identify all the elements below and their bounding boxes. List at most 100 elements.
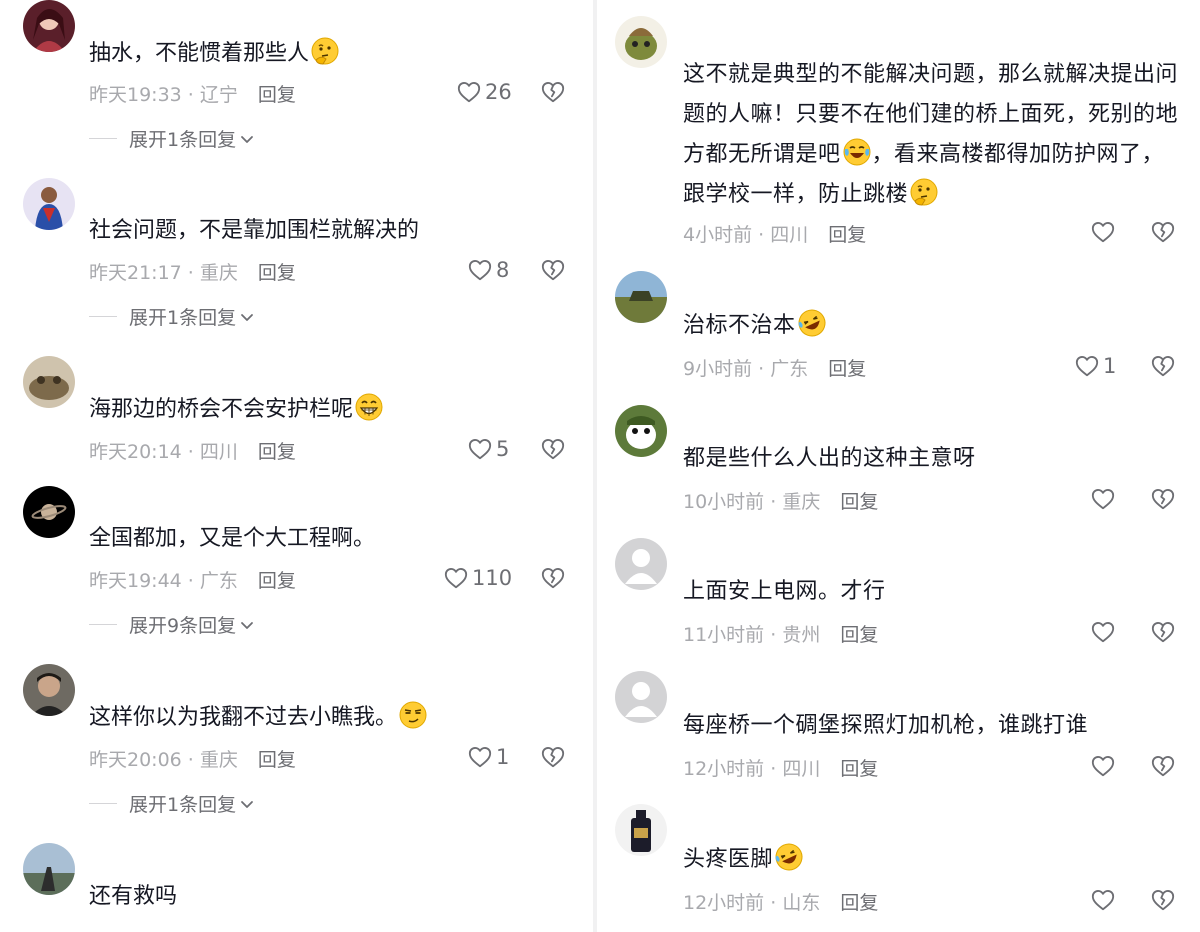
comment-text: 上面安上电网。才行 <box>683 579 886 604</box>
comment-text: 都是些什么人出的这种主意呀 <box>683 446 976 471</box>
chevron-down-icon <box>239 796 255 812</box>
avatar[interactable] <box>615 538 667 590</box>
comment-text: 全国都加，又是个大工程啊。 <box>89 526 376 551</box>
broken-heart-icon[interactable] <box>540 79 566 105</box>
broken-heart-icon[interactable] <box>540 436 566 462</box>
avatar[interactable] <box>23 486 75 538</box>
reply-button[interactable]: 回复 <box>840 758 878 780</box>
comment-meta: 9小时前 · 广东 回复 <box>683 358 867 380</box>
chevron-down-icon <box>239 309 255 325</box>
comments-column-right: 这不就是典型的不能解决问题，那么就解决提出问题的人嘛！只要不在他们建的桥上面死，… <box>597 0 1200 932</box>
comment-text: 治标不治本 <box>683 308 1183 343</box>
reply-button[interactable]: 回复 <box>258 262 296 284</box>
reply-button[interactable]: 回复 <box>840 491 878 513</box>
heart-icon <box>467 744 493 770</box>
avatar[interactable] <box>23 0 75 52</box>
expand-replies-button[interactable]: 展开1条回复 <box>89 125 255 152</box>
broken-heart-icon[interactable] <box>1150 619 1176 645</box>
broken-heart-icon[interactable] <box>1150 486 1176 512</box>
heart-icon <box>1090 753 1116 779</box>
avatar[interactable] <box>23 178 75 230</box>
comment-meta: 4小时前 · 四川 回复 <box>683 224 867 246</box>
comment-meta: 昨天20:06 · 重庆 回复 <box>89 749 296 771</box>
rofl-emoji <box>797 308 827 338</box>
like-count: 110 <box>472 566 513 590</box>
expand-replies-button[interactable]: 展开1条回复 <box>89 790 255 817</box>
broken-heart-icon[interactable] <box>1150 353 1176 379</box>
broken-heart-icon[interactable] <box>540 565 566 591</box>
comment-text: 这样你以为我翻不过去小瞧我。 <box>89 700 428 735</box>
comment-text: 还有救吗 <box>89 884 178 909</box>
like-button[interactable]: 8 <box>467 257 509 283</box>
smirk-emoji <box>398 700 428 730</box>
broken-heart-icon[interactable] <box>540 257 566 283</box>
like-button[interactable]: 26 <box>456 79 512 105</box>
broken-heart-icon[interactable] <box>1150 887 1176 913</box>
avatar[interactable] <box>23 356 75 408</box>
heart-icon <box>467 257 493 283</box>
heart-icon <box>1090 486 1116 512</box>
reply-button[interactable]: 回复 <box>258 570 296 592</box>
like-count: 26 <box>485 80 512 104</box>
grin-emoji <box>354 392 384 422</box>
heart-icon <box>1074 353 1100 379</box>
comment-text: 社会问题，不是靠加围栏就解决的 <box>89 218 420 243</box>
reply-button[interactable]: 回复 <box>258 84 296 106</box>
avatar[interactable] <box>23 664 75 716</box>
comment-text: 头疼医脚 <box>683 842 1183 877</box>
comment-meta: 昨天19:33 · 辽宁 回复 <box>89 84 296 106</box>
reply-button[interactable]: 回复 <box>828 224 866 246</box>
comment-meta: 昨天21:17 · 重庆 回复 <box>89 262 296 284</box>
reply-button[interactable]: 回复 <box>840 892 878 914</box>
like-count: 1 <box>496 745 510 769</box>
like-button[interactable]: 110 <box>443 565 512 591</box>
divider-line <box>89 316 117 317</box>
like-button[interactable]: 1 <box>467 744 509 770</box>
divider-line <box>89 803 117 804</box>
comment-text: 抽水，不能惯着那些人 <box>89 36 340 71</box>
like-button[interactable] <box>1090 619 1119 645</box>
like-button[interactable]: 5 <box>467 436 509 462</box>
comment-text: 每座桥一个碉堡探照灯加机枪，谁跳打谁 <box>683 713 1089 738</box>
divider-line <box>89 138 117 139</box>
like-button[interactable]: 1 <box>1074 353 1116 379</box>
like-count: 5 <box>496 437 510 461</box>
broken-heart-icon[interactable] <box>1150 753 1176 779</box>
comment-meta: 10小时前 · 重庆 回复 <box>683 491 879 513</box>
avatar[interactable] <box>615 271 667 323</box>
reply-button[interactable]: 回复 <box>840 624 878 646</box>
expand-replies-button[interactable]: 展开9条回复 <box>89 611 255 638</box>
broken-heart-icon[interactable] <box>540 744 566 770</box>
like-count: 1 <box>1103 354 1117 378</box>
heart-icon <box>467 436 493 462</box>
comment-meta: 12小时前 · 四川 回复 <box>683 758 879 780</box>
like-count: 8 <box>496 258 510 282</box>
heart-icon <box>1090 887 1116 913</box>
heart-icon <box>1090 619 1116 645</box>
reply-button[interactable]: 回复 <box>258 441 296 463</box>
reply-button[interactable]: 回复 <box>258 749 296 771</box>
avatar[interactable] <box>615 16 667 68</box>
avatar[interactable] <box>615 671 667 723</box>
expand-replies-button[interactable]: 展开1条回复 <box>89 303 255 330</box>
heart-icon <box>443 565 469 591</box>
comment-meta: 昨天20:14 · 四川 回复 <box>89 441 296 463</box>
divider-line <box>89 624 117 625</box>
like-button[interactable] <box>1090 753 1119 779</box>
avatar[interactable] <box>23 843 75 895</box>
rofl-emoji <box>774 842 804 872</box>
avatar[interactable] <box>615 804 667 856</box>
like-button[interactable] <box>1090 486 1119 512</box>
comment-meta: 11小时前 · 贵州 回复 <box>683 624 879 646</box>
like-button[interactable] <box>1090 219 1119 245</box>
reply-button[interactable]: 回复 <box>828 358 866 380</box>
heart-icon <box>456 79 482 105</box>
heart-icon <box>1090 219 1116 245</box>
like-button[interactable] <box>1090 887 1119 913</box>
broken-heart-icon[interactable] <box>1150 219 1176 245</box>
thinking-emoji <box>310 36 340 66</box>
comment-meta: 12小时前 · 山东 回复 <box>683 892 879 914</box>
avatar[interactable] <box>615 405 667 457</box>
chevron-down-icon <box>239 131 255 147</box>
comment-text: 这不就是典型的不能解决问题，那么就解决提出问题的人嘛！只要不在他们建的桥上面死，… <box>683 62 1179 207</box>
